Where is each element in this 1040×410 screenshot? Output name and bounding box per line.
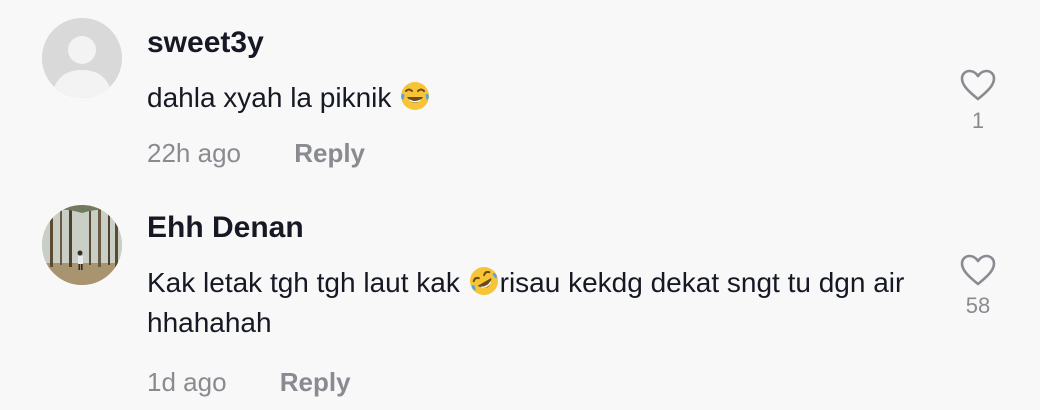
like-count: 1 bbox=[971, 108, 985, 133]
like-control: 1 bbox=[948, 68, 1008, 134]
comment-text-body: dahla xyah la piknik bbox=[147, 82, 392, 113]
face-with-tears-of-joy-icon bbox=[401, 82, 430, 110]
comment-timestamp: 22h ago bbox=[147, 138, 241, 168]
comment-item: sweet3y dahla xyah la piknik 22h ago Rep… bbox=[0, 0, 1040, 195]
reply-button[interactable]: Reply bbox=[280, 367, 351, 398]
comment-text-before-emoji: Kak letak tgh tgh laut kak bbox=[147, 267, 468, 298]
like-control: 58 bbox=[948, 253, 1008, 319]
rolling-on-the-floor-laughing-icon bbox=[469, 267, 498, 295]
comment-text: dahla xyah la piknik bbox=[147, 78, 927, 118]
comment-timestamp: 1d ago bbox=[147, 367, 227, 397]
heart-icon[interactable] bbox=[959, 68, 997, 102]
photo-avatar-icon bbox=[42, 205, 122, 285]
heart-icon[interactable] bbox=[959, 253, 997, 287]
comment-text: Kak letak tgh tgh laut kak risau kekdg d… bbox=[147, 263, 927, 343]
reply-button[interactable]: Reply bbox=[294, 138, 365, 169]
comment-meta: 22h ago Reply bbox=[147, 138, 365, 169]
comment-username[interactable]: sweet3y bbox=[147, 26, 264, 60]
avatar[interactable] bbox=[42, 18, 122, 98]
comment-username[interactable]: Ehh Denan bbox=[147, 211, 304, 245]
comment-meta: 1d ago Reply bbox=[147, 367, 351, 398]
like-count: 58 bbox=[965, 293, 991, 318]
comment-item: Ehh Denan Kak letak tgh tgh laut kak ris… bbox=[0, 195, 1040, 410]
avatar[interactable] bbox=[42, 205, 122, 285]
default-avatar-icon bbox=[42, 18, 122, 98]
